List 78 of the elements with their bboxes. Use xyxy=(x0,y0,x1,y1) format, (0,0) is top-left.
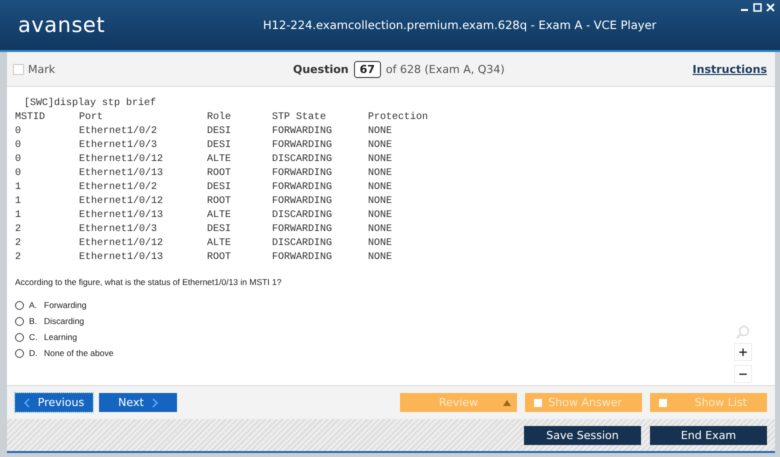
question-number-field[interactable]: 67 xyxy=(354,60,381,78)
table-cell-text: FORWARDING xyxy=(272,167,334,181)
table-cell-text: ALTE xyxy=(207,153,232,167)
previous-button[interactable]: Previous xyxy=(15,393,93,412)
column-header: Protection xyxy=(368,111,430,125)
table-cell-text: NONE xyxy=(368,251,394,265)
table-cell-text: NONE xyxy=(368,153,394,167)
window-title: H12-224.examcollection.premium.exam.628q - Exam A - VCE Player xyxy=(263,18,656,32)
table-cell-text: FORWARDING xyxy=(272,181,334,195)
table-cell-text: 2 xyxy=(15,251,22,265)
table-cell-text: 1 xyxy=(15,195,22,209)
app-logo: avanset xyxy=(18,13,106,37)
table-cell-text: Ethernet1/0/3 xyxy=(79,139,158,153)
table-cell-text: NONE xyxy=(368,195,394,209)
instructions-link[interactable]: Instructions xyxy=(692,62,767,76)
table-cell-text: 0 xyxy=(15,125,22,139)
question-label: Question xyxy=(293,62,349,76)
column-header: Port xyxy=(79,111,104,125)
table-cell-text: NONE xyxy=(368,167,394,181)
table-cell-text: ROOT xyxy=(207,195,232,209)
table-cell-text: DISCARDING xyxy=(272,153,334,167)
zoom-out-button[interactable]: − xyxy=(734,365,752,383)
table-cell-text: Ethernet1/0/3 xyxy=(79,223,158,237)
answer-option[interactable]: B. Discarding xyxy=(15,313,775,329)
table-cell-text: DESI xyxy=(207,139,232,153)
chevron-left-icon xyxy=(24,398,30,408)
table-cell-text: 0 xyxy=(15,167,22,181)
table-cell-text: Ethernet1/0/12 xyxy=(79,153,164,167)
answer-option[interactable]: C. Learning xyxy=(15,329,775,345)
table-cell-text: DESI xyxy=(207,223,232,237)
chevron-right-icon xyxy=(152,398,158,408)
table-cell-text: Ethernet1/0/13 xyxy=(79,209,164,223)
table-cell-text: DISCARDING xyxy=(272,237,334,251)
table-cell-text: Ethernet1/0/13 xyxy=(79,251,164,265)
end-exam-button[interactable]: End Exam xyxy=(650,426,767,444)
column-header: STP State xyxy=(272,111,328,125)
table-cell-text: NONE xyxy=(368,223,394,237)
table-cell-text: 1 xyxy=(15,181,22,195)
table-cell-text: 1 xyxy=(15,209,22,223)
terminal-command: [SWC]display stp brief xyxy=(23,97,158,111)
column-header: Role xyxy=(207,111,232,125)
table-cell-text: 0 xyxy=(15,139,22,153)
table-cell-text: Ethernet1/0/12 xyxy=(79,237,164,251)
table-cell-text: DESI xyxy=(207,125,232,139)
table-cell-text: DISCARDING xyxy=(272,209,334,223)
table-cell-text: 2 xyxy=(15,237,22,251)
table-cell-text: 2 xyxy=(15,223,22,237)
maximize-icon[interactable] xyxy=(753,3,762,12)
table-cell-text: FORWARDING xyxy=(272,251,334,265)
table-cell-text: ALTE xyxy=(207,209,232,223)
table-cell-text: ALTE xyxy=(207,237,232,251)
mark-checkbox[interactable]: Mark xyxy=(13,62,293,76)
next-button[interactable]: Next xyxy=(99,393,177,412)
table-cell-text: NONE xyxy=(368,139,394,153)
table-cell-text: NONE xyxy=(368,209,394,223)
zoom-in-button[interactable]: + xyxy=(734,343,752,361)
column-header: MSTID xyxy=(15,111,46,125)
table-cell-text: NONE xyxy=(368,181,394,195)
table-cell-text: FORWARDING xyxy=(272,195,334,209)
save-session-button[interactable]: Save Session xyxy=(524,426,641,444)
table-cell-text: FORWARDING xyxy=(272,223,334,237)
answer-option[interactable]: A. Forwarding xyxy=(15,297,775,313)
table-cell-text: ROOT xyxy=(207,167,232,181)
triangle-up-icon xyxy=(503,400,511,406)
question-count: of 628 (Exam A, Q34) xyxy=(386,62,505,76)
table-cell-text: FORWARDING xyxy=(272,139,334,153)
table-cell-text: NONE xyxy=(368,237,394,251)
close-icon[interactable] xyxy=(766,3,775,12)
table-cell-text: DESI xyxy=(207,181,232,195)
table-cell-text: ROOT xyxy=(207,251,232,265)
table-cell-text: Ethernet1/0/13 xyxy=(79,167,164,181)
table-cell-text: Ethernet1/0/2 xyxy=(79,181,158,195)
table-cell-text: 0 xyxy=(15,153,22,167)
table-cell-text: Ethernet1/0/12 xyxy=(79,195,164,209)
table-cell-text: Ethernet1/0/2 xyxy=(79,125,158,139)
question-text: According to the figure, what is the status of Ethernet1/0/13 in MSTI 1? xyxy=(15,277,282,287)
table-cell-text: FORWARDING xyxy=(272,125,334,139)
table-cell-text: NONE xyxy=(368,125,394,139)
